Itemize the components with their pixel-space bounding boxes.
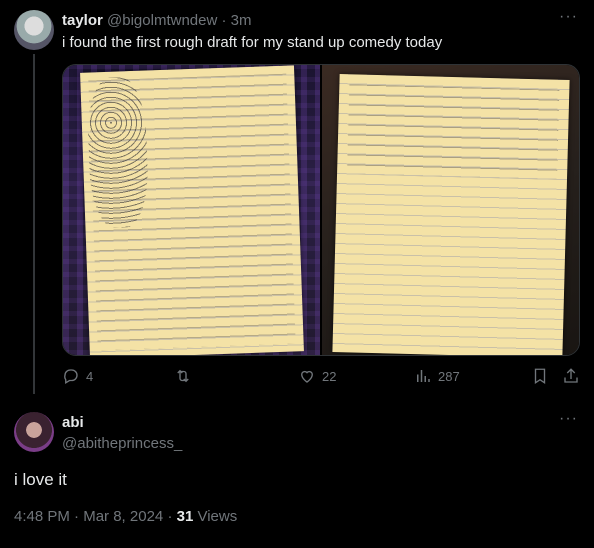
reply-count: 4 xyxy=(86,368,94,384)
reply-views-count: 31 xyxy=(176,508,194,525)
retweet-icon xyxy=(177,369,189,383)
views-icon xyxy=(417,370,430,382)
notebook-page xyxy=(332,74,570,355)
like-count: 22 xyxy=(322,368,337,384)
thread-line xyxy=(33,54,35,394)
doodle xyxy=(86,76,150,229)
like-button[interactable]: 22 xyxy=(298,367,336,385)
retweet-button[interactable] xyxy=(174,367,198,385)
views-button[interactable]: 287 xyxy=(414,367,460,385)
timestamp[interactable]: 3m xyxy=(231,12,252,29)
separator: · xyxy=(221,12,227,29)
reply-text: i love it xyxy=(14,470,67,489)
handwriting xyxy=(347,84,560,180)
share-icon xyxy=(564,368,578,383)
photo-left[interactable] xyxy=(63,65,320,355)
handle[interactable]: @bigolmtwndew xyxy=(107,12,217,29)
more-icon[interactable]: ··· xyxy=(559,8,578,26)
display-name[interactable]: abi xyxy=(62,414,182,431)
reply-button[interactable]: 4 xyxy=(62,367,93,385)
photo-right[interactable] xyxy=(322,65,579,355)
reply-header: abi @abitheprincess_ xyxy=(62,414,182,452)
bookmark-button[interactable] xyxy=(531,367,549,385)
reply-date[interactable]: Mar 8, 2024 xyxy=(83,508,163,525)
heart-icon xyxy=(301,370,313,383)
display-name[interactable]: taylor xyxy=(62,12,103,29)
view-count: 287 xyxy=(438,368,460,384)
avatar[interactable] xyxy=(14,10,54,50)
action-bar: 4 22 287 xyxy=(62,367,582,389)
media-gallery[interactable] xyxy=(62,64,580,356)
tweet-header: taylor @bigolmtwndew · 3m xyxy=(62,12,252,29)
notebook-page xyxy=(80,65,304,355)
reply-views-label: Views xyxy=(197,508,238,525)
handle[interactable]: @abitheprincess_ xyxy=(62,435,182,452)
separator: · xyxy=(74,508,80,525)
tweet-text: i found the first rough draft for my sta… xyxy=(62,34,443,51)
reply-time[interactable]: 4:48 PM xyxy=(14,508,70,525)
share-button[interactable] xyxy=(562,367,580,385)
separator: · xyxy=(167,508,173,525)
reply-meta: 4:48 PM · Mar 8, 2024 · 31 Views xyxy=(14,508,237,525)
reply-icon xyxy=(64,369,78,384)
more-icon[interactable]: ··· xyxy=(559,410,578,428)
avatar[interactable] xyxy=(14,412,54,452)
bookmark-icon xyxy=(534,368,546,385)
